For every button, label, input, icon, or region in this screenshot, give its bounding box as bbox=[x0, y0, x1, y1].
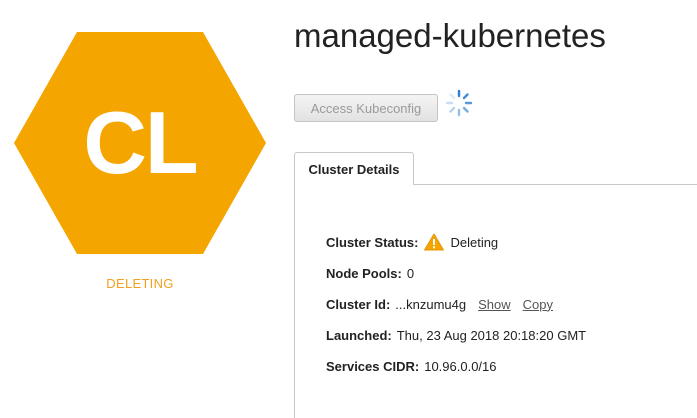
warning-triangle-icon bbox=[424, 233, 445, 251]
node-pools-value: 0 bbox=[406, 265, 415, 281]
cluster-status-label: Cluster Status: bbox=[326, 234, 419, 250]
node-pools-row: Node Pools: 0 bbox=[326, 263, 586, 283]
launched-row: Launched: Thu, 23 Aug 2018 20:18:20 GMT bbox=[326, 325, 586, 345]
page-title: managed-kubernetes bbox=[294, 17, 606, 54]
services-cidr-row: Services CIDR: 10.96.0.0/16 bbox=[326, 356, 586, 376]
cluster-status-row: Cluster Status: Deleting bbox=[326, 232, 586, 252]
show-id-link[interactable]: Show bbox=[478, 297, 511, 312]
access-kubeconfig-button[interactable]: Access Kubeconfig bbox=[294, 94, 438, 122]
cluster-id-row: Cluster Id: ...knzumu4g Show Copy bbox=[326, 294, 586, 314]
cluster-id-label: Cluster Id: bbox=[326, 296, 391, 312]
lifecycle-state-label: DELETING bbox=[106, 276, 174, 291]
cluster-status-value: Deleting bbox=[450, 234, 499, 250]
cluster-hexagon-badge: CL bbox=[14, 32, 266, 254]
launched-label: Launched: bbox=[326, 327, 392, 343]
node-pools-label: Node Pools: bbox=[326, 265, 402, 281]
loading-spinner-icon bbox=[442, 86, 476, 120]
cluster-initials: CL bbox=[83, 93, 198, 192]
cluster-id-value: ...knzumu4g bbox=[395, 296, 467, 312]
services-cidr-label: Services CIDR: bbox=[326, 358, 420, 374]
services-cidr-value: 10.96.0.0/16 bbox=[424, 358, 497, 374]
tab-cluster-details[interactable]: Cluster Details bbox=[294, 152, 414, 185]
cluster-detail-page: CL DELETING managed-kubernetes Access Ku… bbox=[0, 0, 697, 418]
cluster-details-panel: Cluster Status: Deleting Node Pools: 0 C… bbox=[326, 232, 586, 387]
copy-id-link[interactable]: Copy bbox=[523, 297, 553, 312]
launched-value: Thu, 23 Aug 2018 20:18:20 GMT bbox=[396, 327, 587, 343]
tab-panel-border bbox=[294, 184, 295, 418]
tab-bar-divider bbox=[413, 184, 697, 185]
